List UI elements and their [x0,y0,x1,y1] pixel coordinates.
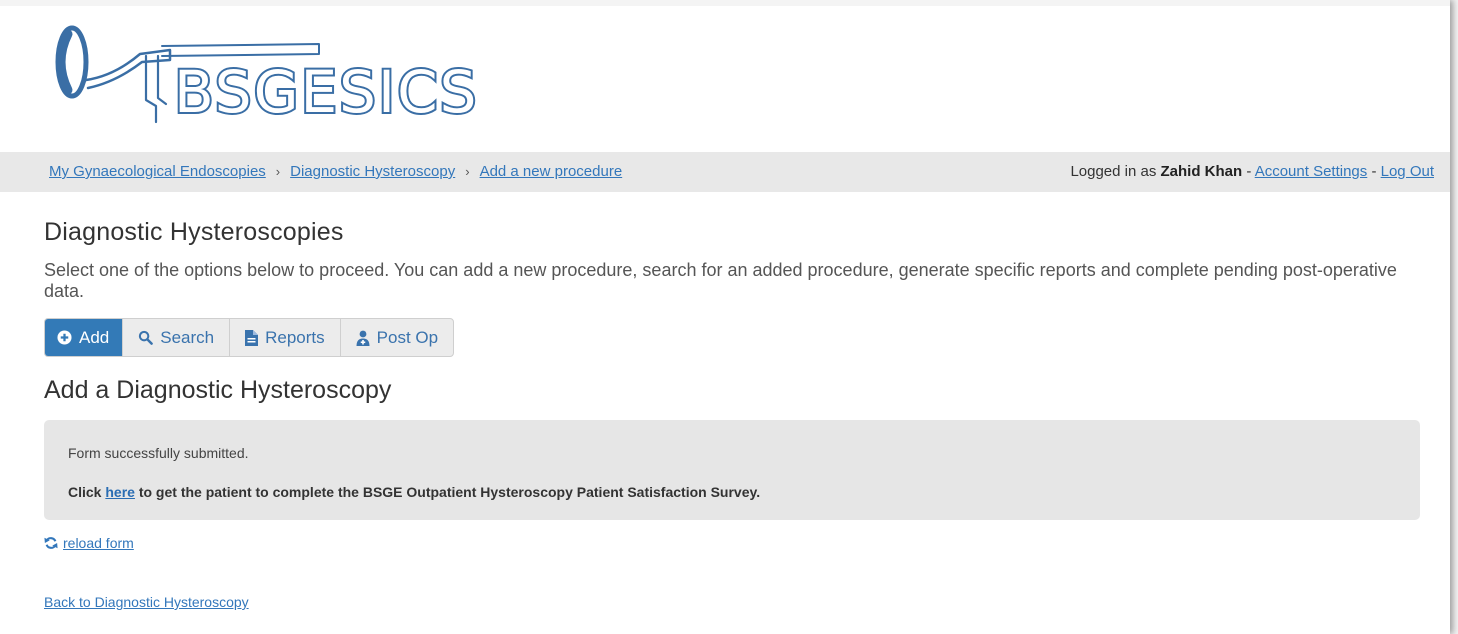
tab-post-op-label: Post Op [376,327,439,347]
success-alert: Form successfully submitted. Click here … [44,420,1420,520]
separator-dash: - [1371,163,1377,180]
breadcrumb-bar: My Gynaecological Endoscopies › Diagnostic… [0,152,1450,192]
logout-link[interactable]: Log Out [1381,163,1434,180]
procedure-tabs: Add Search Reports Post Op [44,318,455,357]
tab-add[interactable]: Add [45,319,124,356]
breadcrumb-item-add-new-procedure[interactable]: Add a new procedure [480,163,623,180]
tab-search[interactable]: Search [123,319,231,356]
back-link-container: Back to Diagnostic Hysteroscopy [44,594,249,610]
section-title: Add a Diagnostic Hysteroscopy [44,376,392,404]
tab-reports[interactable]: Reports [230,319,341,356]
survey-link[interactable]: here [105,484,135,500]
user-md-icon [356,330,370,346]
survey-prompt-suffix: to get the patient to complete the BSGE … [138,484,761,500]
logged-in-label: Logged in as [1070,163,1157,180]
tab-post-op[interactable]: Post Op [341,319,453,356]
breadcrumb: My Gynaecological Endoscopies › Diagnostic… [49,152,622,192]
refresh-icon [44,537,58,549]
top-edge [0,0,1450,6]
tab-add-label: Add [79,327,110,347]
alert-message: Form successfully submitted. [68,445,249,461]
plus-circle-icon [57,330,72,345]
tab-reports-label: Reports [265,327,325,347]
breadcrumb-chevron-icon: › [275,164,281,179]
logo-text: BSGESICS [174,58,478,126]
survey-prompt-prefix: Click [68,484,102,500]
page-title: Diagnostic Hysteroscopies [44,218,344,246]
user-info: Logged in as Zahid Khan - Account Settin… [1070,152,1434,192]
breadcrumb-chevron-icon: › [465,164,470,179]
search-icon [139,330,154,345]
breadcrumb-item-my-gynaecological-endoscopies[interactable]: My Gynaecological Endoscopies [49,163,266,180]
bsgesics-logo: BSGESICS [55,25,478,128]
document-icon [245,329,259,346]
page-intro: Select one of the options below to proce… [44,260,1397,301]
reload-form[interactable]: reload form [44,535,134,551]
reload-form-link[interactable]: reload form [63,535,134,551]
tab-search-label: Search [160,327,215,347]
survey-prompt: Click here to get the patient to complet… [68,484,760,500]
separator-dash: - [1246,163,1252,180]
account-settings-link[interactable]: Account Settings [1255,163,1368,180]
page-container: BSGESICS My Gynaecological Endoscopies › D… [0,0,1450,634]
back-to-diagnostic-hysteroscopy-link[interactable]: Back to Diagnostic Hysteroscopy [44,594,249,610]
breadcrumb-item-diagnostic-hysteroscopy[interactable]: Diagnostic Hysteroscopy [290,163,455,180]
user-name: Zahid Khan [1160,163,1243,180]
